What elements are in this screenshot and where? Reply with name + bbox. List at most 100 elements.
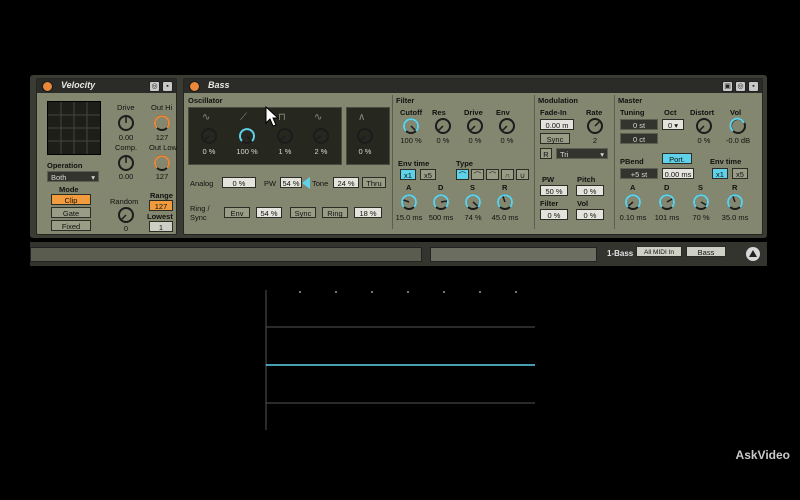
osc-knob-3[interactable] — [276, 127, 294, 145]
filter-adsr-knob-4[interactable] — [496, 193, 514, 211]
filter-adsr-knob-2[interactable] — [432, 193, 450, 211]
velocity-curve-display[interactable] — [47, 101, 101, 155]
velocity-power-button[interactable] — [42, 81, 53, 92]
velocity-hotswap-icon[interactable]: ◎ — [149, 81, 160, 92]
lowest-value[interactable]: 1 — [149, 221, 173, 232]
oct-value: 0 — [667, 121, 673, 130]
sync-button[interactable]: Sync — [290, 207, 316, 218]
graph-ticks — [299, 291, 517, 293]
oct-select[interactable]: 0 ▾ — [662, 119, 684, 130]
lfo-wave-select[interactable]: Tri ▾ — [556, 148, 608, 159]
bass-power-button[interactable] — [189, 81, 200, 92]
mod-pw-value[interactable]: 50 % — [540, 185, 568, 196]
osc-knob-5[interactable] — [356, 127, 374, 145]
waveform-icon: ⟋ — [240, 112, 247, 123]
osc-knob-4[interactable] — [312, 127, 330, 145]
env-button[interactable]: Env — [224, 207, 250, 218]
pbend-value[interactable]: +5 st — [620, 168, 658, 179]
operation-select[interactable]: Both ▾ — [47, 171, 99, 182]
tuning-cent-value[interactable]: 0 ct — [620, 133, 658, 144]
master-vol-knob[interactable] — [729, 117, 747, 135]
filter-adsr-knob-1[interactable] — [400, 193, 418, 211]
range-value[interactable]: 127 — [149, 200, 173, 211]
distort-label: Distort — [690, 108, 715, 117]
watermark: AskVideo — [735, 448, 790, 462]
highpass-filter-icon[interactable]: ⌒ — [471, 169, 484, 180]
operation-value: Both — [51, 173, 67, 182]
filter-adsr-knob-3[interactable] — [464, 193, 482, 211]
outlow-knob[interactable] — [153, 154, 171, 172]
filter-knob-value: 0 % — [436, 136, 450, 145]
filter-knob-2[interactable] — [434, 117, 452, 135]
mode-clip-button[interactable]: Clip — [51, 194, 91, 205]
waveform-icon: ∧ — [358, 112, 366, 123]
bandpass-filter-icon[interactable]: ⌒ — [486, 169, 499, 180]
expand-chain-icon[interactable] — [746, 247, 760, 261]
master-adsr-knob-4[interactable] — [726, 193, 744, 211]
filter-envtime-x5-button[interactable]: x5 — [420, 169, 436, 180]
morph-filter-icon[interactable]: ∪ — [516, 169, 529, 180]
random-knob[interactable] — [117, 206, 135, 224]
portamento-time-value[interactable]: 0.00 ms — [662, 168, 694, 179]
mod-filter-value[interactable]: 0 % — [540, 209, 568, 220]
bass-device: Bass ▣ ◎ ▪ Oscillator Analog 0 % PW 54 %… — [183, 78, 763, 235]
drive-knob[interactable] — [117, 114, 135, 132]
ring-amount-value[interactable]: 18 % — [354, 207, 382, 218]
master-adsr-knob-3[interactable] — [692, 193, 710, 211]
lfo-retrigger-button[interactable]: R — [540, 148, 552, 159]
ring-button[interactable]: Ring — [322, 207, 348, 218]
lowpass-filter-icon[interactable]: ⌒ — [456, 169, 469, 180]
bass-hotswap-icon[interactable]: ◎ — [735, 81, 746, 92]
master-adsr-knob-2[interactable] — [658, 193, 676, 211]
master-envtime-x1-button[interactable]: x1 — [712, 168, 728, 179]
osc-knob-2[interactable] — [238, 127, 256, 145]
chain-target-select[interactable]: Bass — [686, 246, 726, 257]
chain-list-scroll[interactable] — [30, 247, 422, 262]
comp-knob[interactable] — [117, 154, 135, 172]
chain-drop-area[interactable] — [430, 247, 597, 262]
master-adsr-label: S — [698, 183, 704, 192]
bass-expand-icon[interactable]: ▣ — [722, 81, 733, 92]
master-vol-label: Vol — [730, 108, 742, 117]
pw-value[interactable]: 54 % — [280, 177, 302, 188]
master-vol-value: -0.0 dB — [725, 136, 751, 145]
filter-knob-1[interactable] — [402, 117, 420, 135]
master-envtime-x5-button[interactable]: x5 — [732, 168, 748, 179]
filter-adsr-label: D — [438, 183, 444, 192]
mode-gate-button[interactable]: Gate — [51, 207, 91, 218]
analog-value[interactable]: 0 % — [222, 177, 256, 188]
master-adsr-value: 101 ms — [654, 213, 680, 222]
tuning-semitone-value[interactable]: 0 st — [620, 119, 658, 130]
bass-save-icon[interactable]: ▪ — [748, 81, 759, 92]
distort-knob[interactable] — [695, 117, 713, 135]
section-divider — [392, 95, 393, 229]
master-adsr-value: 35.0 ms — [721, 213, 749, 222]
lfo-sync-button[interactable]: Sync — [540, 133, 570, 144]
fadein-value[interactable]: 0.00 m — [540, 119, 574, 130]
mouse-cursor-icon — [265, 106, 280, 127]
mode-fixed-button[interactable]: Fixed — [51, 220, 91, 231]
master-adsr-knob-1[interactable] — [624, 193, 642, 211]
master-adsr-label: A — [630, 183, 636, 192]
mod-vol-value[interactable]: 0 % — [576, 209, 604, 220]
filter-knob-3[interactable] — [466, 117, 484, 135]
range-label: Range — [150, 191, 173, 200]
tone-value[interactable]: 24 % — [333, 177, 359, 188]
filter-knob-4[interactable] — [498, 117, 516, 135]
env-amount-value[interactable]: 54 % — [256, 207, 282, 218]
thru-button[interactable]: Thru — [362, 177, 386, 188]
outhi-knob[interactable] — [153, 114, 171, 132]
tuning-label: Tuning — [620, 108, 645, 117]
ring-label: Ring / — [190, 204, 210, 213]
notch-filter-icon[interactable]: ∩ — [501, 169, 514, 180]
filter-envtime-x1-button[interactable]: x1 — [400, 169, 416, 180]
osc-knob-value: 100 % — [236, 147, 258, 156]
filter-label: Filter — [396, 96, 415, 105]
rate-knob[interactable] — [586, 117, 604, 135]
osc-knob-1[interactable] — [200, 127, 218, 145]
velocity-save-icon[interactable]: ▪ — [162, 81, 173, 92]
portamento-button[interactable]: Port. — [662, 153, 692, 164]
distort-value: 0 % — [697, 136, 711, 145]
mod-pitch-value[interactable]: 0 % — [576, 185, 604, 196]
midi-input-select[interactable]: All MIDI In — [636, 246, 682, 257]
